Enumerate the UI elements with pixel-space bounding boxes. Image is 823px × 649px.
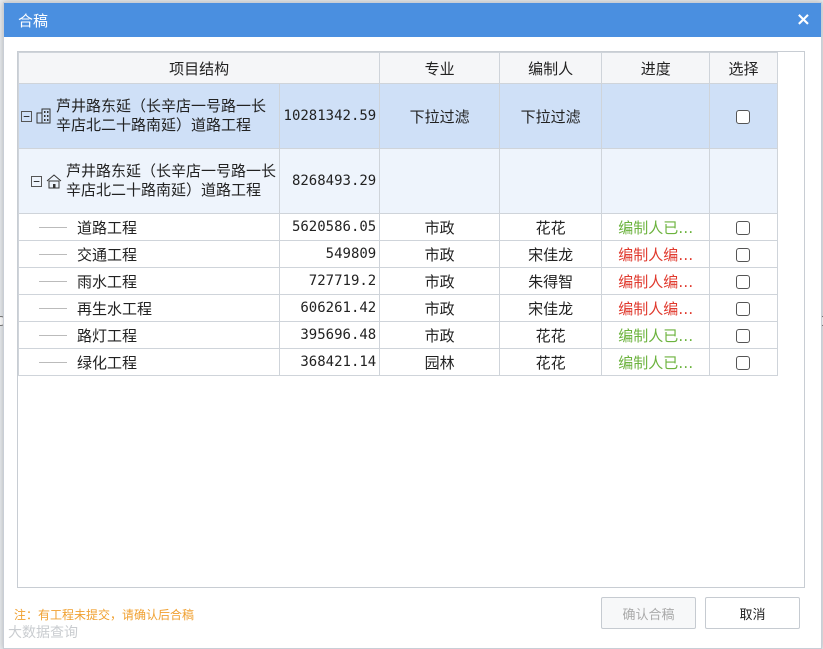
table-row[interactable]: 路灯工程 395696.48 市政 花花 编制人已… [18, 321, 779, 349]
row-amount: 606261.42 [278, 294, 381, 322]
row-name: 路灯工程 [77, 326, 138, 345]
row-progress [601, 83, 710, 149]
row-name-cell: 道路工程 [18, 213, 280, 241]
row-name: 雨水工程 [77, 272, 138, 291]
row-progress: 编制人编… [601, 294, 710, 322]
table-header-row: 项目结构 专业 编制人 进度 选择 [18, 52, 779, 84]
row-name: 交通工程 [77, 245, 138, 264]
row-name-cell: 雨水工程 [18, 267, 280, 295]
row-name: 再生水工程 [77, 299, 153, 318]
warning-note: 注：有工程未提交，请确认后合稿 [14, 608, 195, 622]
row-checkbox[interactable] [736, 274, 751, 289]
row-name-cell: − 芦井路东延（长辛店一号路一长辛店北二十路南延）道路工程 [18, 83, 280, 149]
row-checkbox[interactable] [736, 328, 751, 343]
table-row[interactable]: 绿化工程 368421.14 园林 花花 编制人已… [18, 348, 779, 376]
row-select-cell [708, 148, 779, 214]
row-select-cell [708, 294, 779, 322]
row-checkbox[interactable] [736, 220, 751, 235]
row-name: 道路工程 [77, 218, 138, 237]
tree-connector [39, 361, 67, 363]
row-amount: 10281342.59 [278, 83, 381, 149]
editor-filter-dropdown[interactable]: 下拉过滤 [498, 83, 603, 149]
row-select-cell [708, 83, 779, 149]
row-progress: 编制人编… [601, 267, 710, 295]
header-editor[interactable]: 编制人 [498, 52, 603, 84]
row-progress [601, 148, 710, 214]
row-name-cell: 再生水工程 [18, 294, 280, 322]
row-progress: 编制人已… [601, 321, 710, 349]
row-amount: 727719.2 [278, 267, 381, 295]
row-editor: 花花 [498, 213, 603, 241]
row-name: 芦井路东延（长辛店一号路一长辛店北二十路南延）道路工程 [66, 162, 277, 199]
row-name: 绿化工程 [77, 353, 138, 372]
watermark-logo: 大数据查询 [8, 625, 78, 641]
row-amount: 8268493.29 [278, 148, 381, 214]
row-progress: 编制人已… [601, 348, 710, 376]
header-select[interactable]: 选择 [708, 52, 779, 84]
table-row[interactable]: − 芦井路东延（长辛店一号路一长辛店北二十路南延）道路工程 8268493.29 [18, 148, 779, 214]
building-icon [36, 108, 51, 124]
table-row[interactable]: 再生水工程 606261.42 市政 宋佳龙 编制人编… [18, 294, 779, 322]
row-amount: 549809 [278, 240, 381, 268]
merge-dialog: 合稿 × 项目结构 专业 编制人 进度 选择 − 芦井路东延（长辛店一号路一长辛… [3, 2, 822, 649]
row-major: 市政 [379, 321, 500, 349]
tree-connector [39, 253, 67, 255]
row-select-cell [708, 267, 779, 295]
row-select-cell [708, 213, 779, 241]
tree-connector [39, 280, 67, 282]
row-name-cell: 路灯工程 [18, 321, 280, 349]
row-checkbox[interactable] [736, 247, 751, 262]
dialog-titlebar: 合稿 × [4, 3, 821, 37]
row-major: 市政 [379, 240, 500, 268]
row-major: 园林 [379, 348, 500, 376]
table-row[interactable]: 雨水工程 727719.2 市政 朱得智 编制人编… [18, 267, 779, 295]
row-select-cell [708, 240, 779, 268]
tree-connector [39, 334, 67, 336]
row-select-cell [708, 321, 779, 349]
collapse-icon[interactable]: − [31, 175, 42, 187]
row-name-cell: 绿化工程 [18, 348, 280, 376]
row-progress: 编制人编… [601, 240, 710, 268]
row-name-cell: − 芦井路东延（长辛店一号路一长辛店北二十路南延）道路工程 [18, 148, 280, 214]
tree-connector [39, 226, 67, 228]
header-project-structure[interactable]: 项目结构 [18, 52, 381, 84]
row-editor: 宋佳龙 [498, 240, 603, 268]
select-all-checkbox[interactable] [736, 109, 751, 124]
header-major[interactable]: 专业 [379, 52, 500, 84]
home-icon [46, 174, 62, 189]
table-row[interactable]: 道路工程 5620586.05 市政 花花 编制人已… [18, 213, 779, 241]
row-amount: 368421.14 [278, 348, 381, 376]
row-major: 市政 [379, 213, 500, 241]
close-icon[interactable]: × [796, 11, 811, 29]
row-editor: 花花 [498, 321, 603, 349]
row-major [379, 148, 500, 214]
row-select-cell [708, 348, 779, 376]
row-amount: 5620586.05 [278, 213, 381, 241]
row-editor: 花花 [498, 348, 603, 376]
collapse-icon[interactable]: − [21, 110, 32, 122]
project-table: 项目结构 专业 编制人 进度 选择 − 芦井路东延（长辛店一号路一长辛店北二十路… [18, 52, 779, 376]
tree-connector [39, 307, 67, 309]
row-editor: 朱得智 [498, 267, 603, 295]
row-major: 市政 [379, 294, 500, 322]
confirm-merge-button[interactable]: 确认合稿 [601, 597, 696, 629]
row-checkbox[interactable] [736, 355, 751, 370]
table-row[interactable]: − 芦井路东延（长辛店一号路一长辛店北二十路南延）道路工程 10281342.5… [18, 83, 779, 149]
row-amount: 395696.48 [278, 321, 381, 349]
row-progress: 编制人已… [601, 213, 710, 241]
row-major: 市政 [379, 267, 500, 295]
row-checkbox[interactable] [736, 301, 751, 316]
row-name-cell: 交通工程 [18, 240, 280, 268]
table-row[interactable]: 交通工程 549809 市政 宋佳龙 编制人编… [18, 240, 779, 268]
row-name: 芦井路东延（长辛店一号路一长辛店北二十路南延）道路工程 [56, 97, 267, 134]
header-progress[interactable]: 进度 [601, 52, 710, 84]
dialog-title: 合稿 [18, 11, 49, 30]
project-table-panel: 项目结构 专业 编制人 进度 选择 − 芦井路东延（长辛店一号路一长辛店北二十路… [17, 51, 805, 588]
major-filter-dropdown[interactable]: 下拉过滤 [379, 83, 500, 149]
row-editor: 宋佳龙 [498, 294, 603, 322]
row-editor [498, 148, 603, 214]
cancel-button[interactable]: 取消 [705, 597, 800, 629]
